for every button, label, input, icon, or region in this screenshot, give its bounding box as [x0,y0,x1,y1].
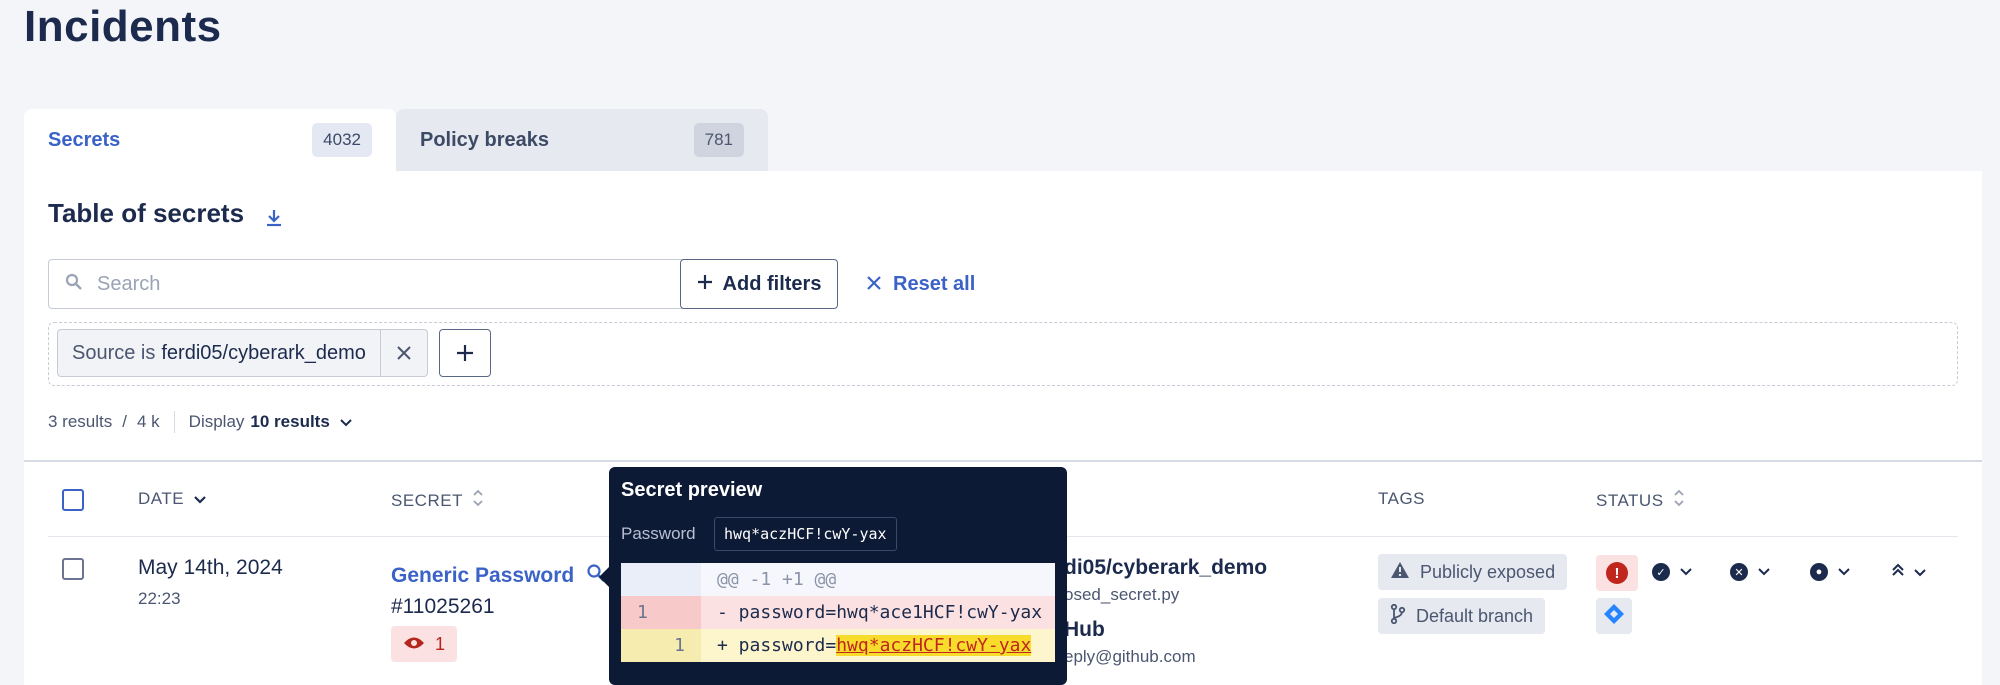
incident-date: May 14th, 2024 [138,556,283,579]
diff-add-prefix: + password= [717,635,837,656]
reset-all-button[interactable]: Reset all [867,259,975,309]
diff-hunk: @@ -1 +1 @@ [701,563,1055,596]
secret-preview-tooltip: Secret preview Password hwq*aczHCF!cwY-y… [599,467,1067,685]
resolve-action[interactable]: ✓ [1652,563,1692,581]
column-header-status[interactable]: STATUS [1596,489,1684,512]
assign-action[interactable]: ● [1810,563,1850,581]
priority-action[interactable] [1892,563,1926,582]
double-chevron-up-icon [1892,563,1904,582]
tab-policy-breaks[interactable]: Policy breaks 781 [396,109,768,171]
sort-desc-icon [194,489,206,509]
author-name: Hub [1064,618,1105,641]
column-date-label: DATE [138,489,185,508]
check-circle-icon: ✓ [1652,563,1670,581]
reset-all-label: Reset all [893,272,976,295]
download-icon[interactable] [264,204,284,226]
column-secret-label: SECRET [391,490,463,510]
display-label: Display [188,412,245,431]
page-title: Incidents [24,2,222,51]
diff-preview: @@ -1 +1 @@ 1 - password=hwq*ace1HCF!cwY… [621,563,1055,662]
search-box [48,259,692,309]
diff-del-line-no: 1 [621,596,701,629]
search-input[interactable] [97,272,657,296]
viewers-badge: 1 [391,626,458,662]
chevron-down-icon [1758,568,1770,576]
tag-default-branch: Default branch [1378,598,1546,634]
secret-link[interactable]: Generic Password [391,563,606,589]
tab-secrets[interactable]: Secrets 4032 [24,109,396,171]
jira-icon [1603,603,1625,630]
column-tags-label: TAGS [1378,489,1426,508]
divider [24,460,1982,462]
table-title: Table of secrets [48,198,284,229]
branch-icon [1390,603,1406,629]
tag-label: Default branch [1416,605,1534,626]
source-file: osed_secret.py [1064,585,1180,604]
x-circle-icon: ✕ [1730,563,1748,581]
filter-chip-prefix: Source is [72,341,156,364]
add-filter-chip-button[interactable] [439,329,491,377]
tab-policy-breaks-count: 781 [693,123,744,157]
table-title-text: Table of secrets [48,198,245,228]
incident-time: 22:23 [138,589,181,608]
sort-icon [1673,489,1684,512]
chevron-down-icon [1914,568,1926,576]
tab-secrets-count: 4032 [312,123,372,157]
diff-added-row: 1 + password= hwq*aczHCF!cwY-yax [621,629,1055,662]
add-filters-button[interactable]: Add filters [680,259,838,309]
active-filters: Source is ferdi05/cyberark_demo [48,322,1958,386]
diff-deleted-row: 1 - password=hwq*ace1HCF!cwY-yax [621,596,1055,629]
column-header-date[interactable]: DATE [138,489,206,509]
incident-tabs: Secrets 4032 Policy breaks 781 [24,109,768,171]
user-circle-icon: ● [1810,563,1828,581]
jira-badge[interactable] [1596,598,1632,634]
remove-filter-icon[interactable] [381,330,427,376]
column-header-tags: TAGS [1378,489,1425,509]
search-icon [65,273,83,296]
display-select[interactable]: Display 10 results [189,412,330,432]
source-repo[interactable]: di05/cyberark_demo [1064,556,1267,580]
severity-critical-badge: ! [1596,555,1638,591]
filter-chip-source: Source is ferdi05/cyberark_demo [57,329,428,377]
diff-add-line-no: 1 [621,629,701,662]
diff-hunk-row: @@ -1 +1 @@ [621,563,1055,596]
sort-icon [473,489,483,512]
diff-add-code: + password= hwq*aczHCF!cwY-yax [701,629,1055,662]
secret-name: Generic Password [391,564,575,587]
tag-publicly-exposed: Publicly exposed [1378,554,1568,590]
add-filters-label: Add filters [722,272,822,295]
tooltip-title: Secret preview [621,479,763,501]
tab-policy-breaks-label: Policy breaks [420,128,549,151]
eye-icon [403,634,425,655]
ignore-action[interactable]: ✕ [1730,563,1770,581]
tab-secrets-label: Secrets [48,128,121,151]
close-icon [867,273,881,296]
filter-chip-value: ferdi05/cyberark_demo [161,341,366,364]
warning-icon [1390,561,1410,584]
tooltip-secret-value: hwq*aczHCF!cwY-yax [714,517,897,551]
results-total: 4 k [136,412,160,431]
column-status-label: STATUS [1596,490,1664,510]
select-all-checkbox[interactable] [62,489,84,511]
display-value: 10 results [250,412,330,431]
filter-chip-text[interactable]: Source is ferdi05/cyberark_demo [58,330,381,376]
column-header-secret[interactable]: SECRET [391,489,483,512]
viewers-count: 1 [435,633,446,654]
author-email: eply@github.com [1064,647,1196,666]
results-count: 3 results [48,412,113,431]
chevron-down-icon [1680,568,1692,576]
chevron-down-icon[interactable] [340,412,352,432]
chevron-down-icon [1838,568,1850,576]
diff-del-code: - password=hwq*ace1HCF!cwY-yax [701,596,1055,629]
diff-highlighted-secret: hwq*aczHCF!cwY-yax [836,635,1032,656]
alert-icon: ! [1606,562,1628,584]
results-bar: 3 results / 4 k Display 10 results [48,411,352,433]
plus-icon [697,273,713,296]
row-checkbox[interactable] [62,558,84,580]
secret-id: #11025261 [391,595,495,618]
tooltip-kind: Password [621,524,696,543]
tag-label: Publicly exposed [1420,561,1556,582]
